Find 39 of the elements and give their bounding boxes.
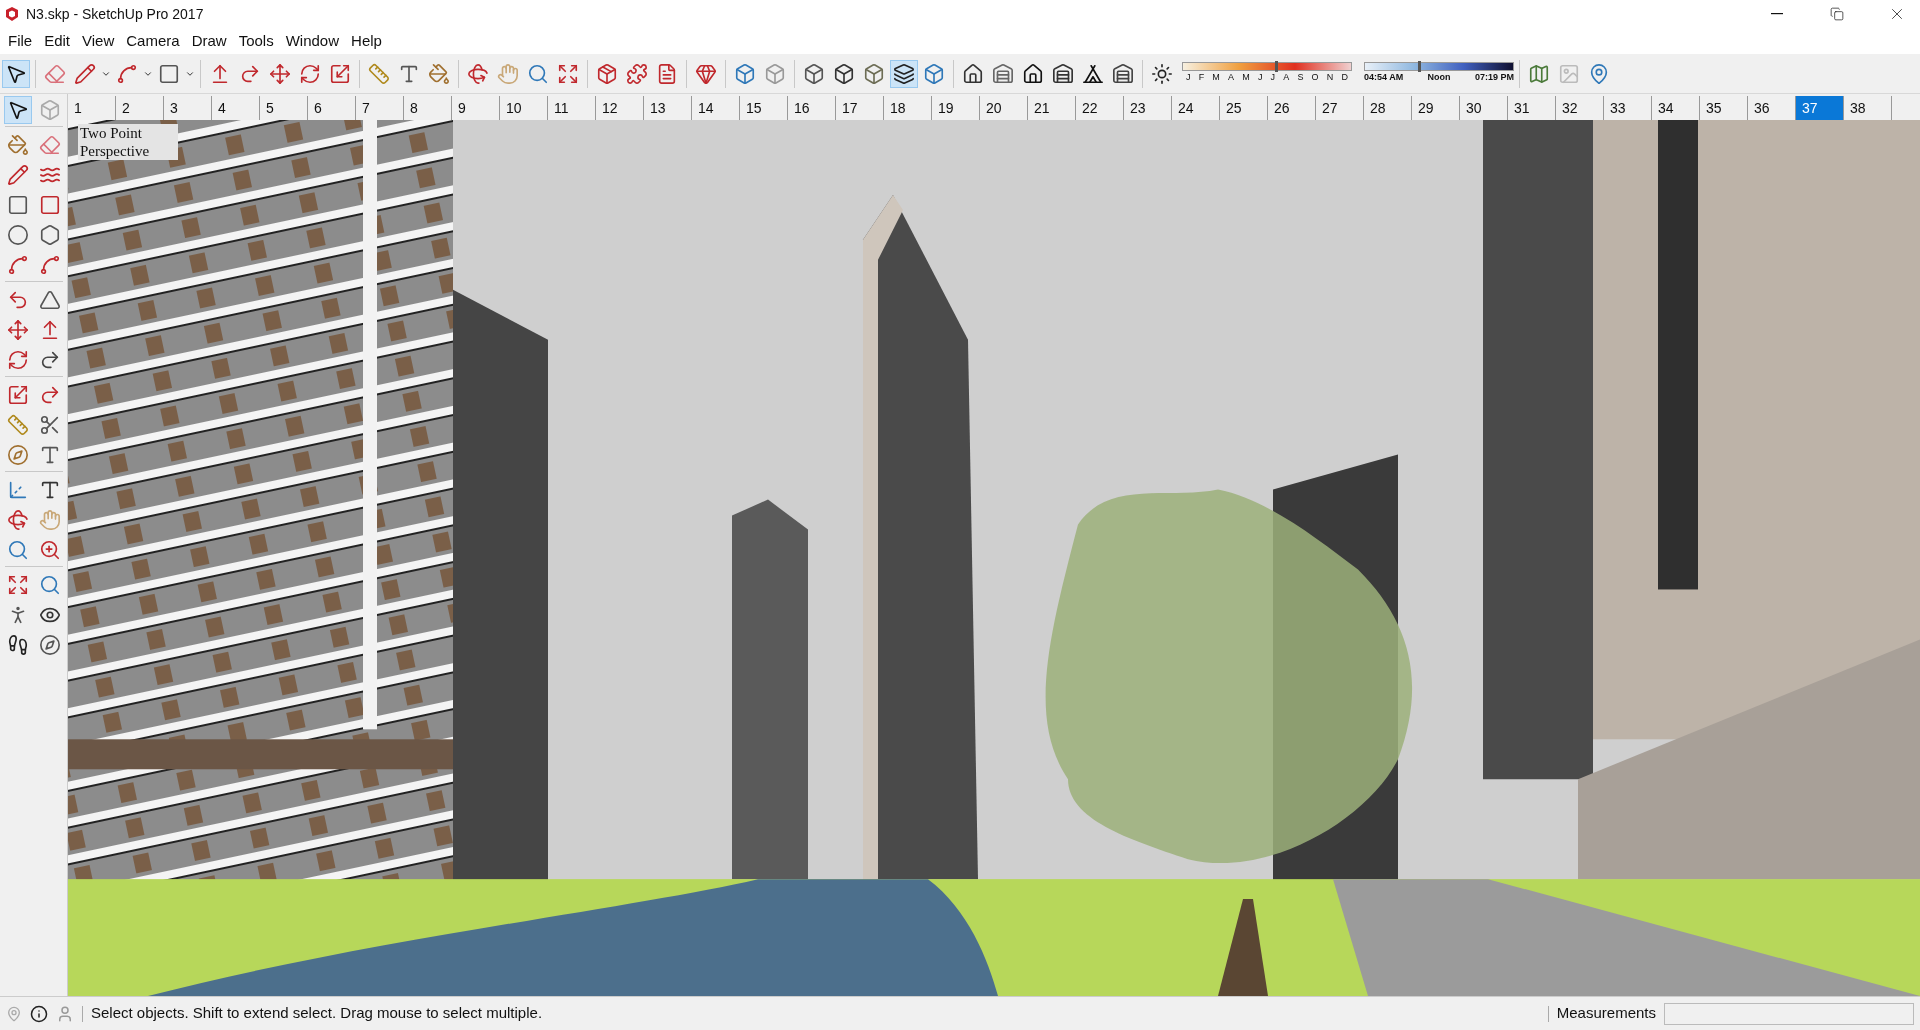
month-label: M <box>1242 71 1250 85</box>
month-label: F <box>1198 71 1205 85</box>
menu-item[interactable]: Edit <box>38 30 77 52</box>
time-label: Noon <box>1427 71 1451 85</box>
month-label: N <box>1326 71 1334 85</box>
month-slider[interactable] <box>1182 62 1352 72</box>
month-slider-thumb[interactable] <box>1275 61 1279 73</box>
time-slider-thumb[interactable] <box>1418 61 1422 73</box>
app-logo-icon <box>4 6 20 22</box>
info-icon[interactable] <box>30 1004 48 1023</box>
month-label: S <box>1297 71 1304 85</box>
menu-item[interactable]: View <box>76 30 121 52</box>
restore-icon <box>1830 7 1844 21</box>
select-icon[interactable] <box>2 59 30 88</box>
month-label: D <box>1341 71 1348 85</box>
menu-item[interactable]: Window <box>279 30 346 52</box>
menu-item[interactable]: File <box>2 30 39 52</box>
menu-item[interactable]: Help <box>345 30 388 52</box>
month-label: J <box>1257 71 1263 85</box>
measurements-field[interactable] <box>1664 1002 1914 1025</box>
time-label: 07:19 PM <box>1474 71 1514 85</box>
status-hint: Select objects. Shift to extend select. Drag mouse to select multiple. <box>91 1003 543 1024</box>
menu-item[interactable]: Draw <box>185 30 233 52</box>
month-label: M <box>1212 71 1220 85</box>
scene-tab[interactable]: 37 <box>1796 96 1844 120</box>
month-label: J <box>1270 71 1276 85</box>
measurements-label: Measurements <box>1556 1003 1656 1024</box>
select-icon[interactable] <box>3 96 32 124</box>
time-slider[interactable] <box>1364 62 1514 72</box>
time-label: 04:54 AM <box>1364 71 1404 85</box>
month-label: O <box>1311 71 1319 85</box>
month-label: J <box>1186 71 1191 85</box>
month-label: A <box>1228 71 1235 85</box>
minimize-icon <box>1771 13 1783 15</box>
camera-label: Two Point Perspective <box>78 124 178 160</box>
window-title: N3.skp - SketchUp Pro 2017 <box>26 4 204 24</box>
month-label: A <box>1283 71 1290 85</box>
menu-item[interactable]: Camera <box>120 30 186 52</box>
menu-item[interactable]: Tools <box>232 30 280 52</box>
